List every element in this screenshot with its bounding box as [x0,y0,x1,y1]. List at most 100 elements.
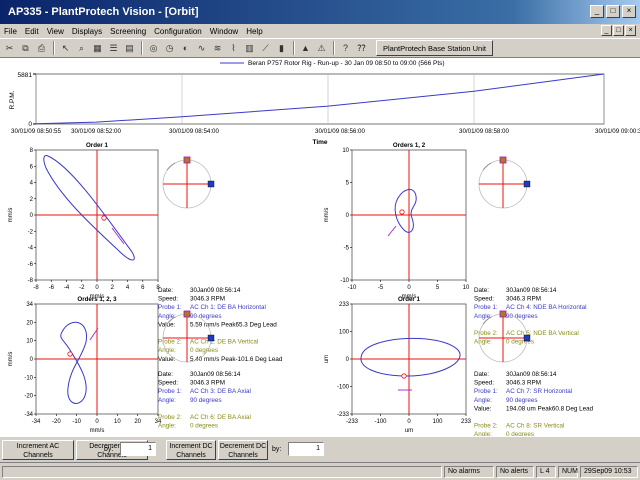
zoom-icon[interactable]: ⌕ [74,41,89,56]
pointer-icon[interactable]: ↖ [58,41,73,56]
dc-by-input[interactable]: 1 [288,442,324,456]
info-label: Angle: [474,339,492,346]
info-value: AC Ch 3: DE BA Axial [190,388,251,395]
orbit-ytick-label: -4 [28,246,34,252]
list-icon[interactable]: ☰ [106,41,121,56]
orbit-ytick-label: -10 [340,278,349,284]
orbit-xtick-label: -100 [374,419,387,425]
trend-xlabel: Time [312,139,327,146]
orbit-xtick-label: 0 [95,285,99,291]
trend-ylabel: R.P.M. [9,90,16,109]
info-value: 3046.3 RPM [506,296,541,303]
ac-by-label: by: [104,446,114,453]
orbit-ytick-label: 5 [346,181,350,187]
bar-chart-icon[interactable]: ▮ [274,41,289,56]
orbit-xtick-label: 0 [407,285,411,291]
increment-ac-button[interactable]: Increment AC Channels [2,440,74,460]
cut-icon[interactable]: ✂ [2,41,17,56]
orbit-display: 5881 0 R.P.M. Beran P757 Rotor Rig - Run-up… [0,58,640,447]
status-l: L 4 [536,466,556,478]
trend-ymax-label: 5881 [18,72,33,79]
menu-edit[interactable]: Edit [21,27,43,36]
trend-icon[interactable]: ⟋ [258,41,273,56]
orbit-plot-area: 5881 0 R.P.M. Beran P757 Rotor Rig - Run-up… [8,60,640,447]
waterfall-icon[interactable]: ≋ [210,41,225,56]
orbit-xtick-label: 10 [114,419,121,425]
info-label: Date: [158,287,173,294]
clock-icon[interactable]: ◷ [162,41,177,56]
probe2-marker [183,310,191,318]
info-value: 5.40 mm/s Peak-101.6 Deg Lead [190,356,283,363]
ac-by-input[interactable]: 1 [120,442,156,456]
menu-window[interactable]: Window [206,27,242,36]
window-title: AP335 - PlantProtech Vision - [Orbit] [8,6,199,18]
orbit-xtick-label: 0 [95,419,99,425]
close-button[interactable]: × [622,5,636,18]
orbit-ylabel: mm/s [324,208,330,223]
cascade-icon[interactable]: ▥ [242,41,257,56]
orbit-xtick-label: 2 [111,285,115,291]
trend-frame [35,73,605,125]
trend-ymin-label: 0 [28,121,32,128]
menu-screening[interactable]: Screening [106,27,150,36]
orbit-ytick-label: 0 [346,357,350,363]
orbit-ylabel: mm/s [8,208,14,223]
copy-icon[interactable]: ⧉ [18,41,33,56]
info-value: 90 degrees [506,397,538,404]
menu-view[interactable]: View [43,27,68,36]
menu-displays[interactable]: Displays [68,27,106,36]
info-value: 3046.3 RPM [506,380,541,387]
print-icon[interactable]: ⎙ [34,41,49,56]
menu-configuration[interactable]: Configuration [150,27,206,36]
status-datetime: 29Sep09 10:53 [580,466,638,478]
orbit-ytick-label: 2 [30,197,34,203]
probe2-marker [183,156,191,164]
orbit-ytick-label: 4 [30,181,34,187]
maximize-button[interactable]: □ [606,5,620,18]
info-label: Value: [474,405,492,412]
info-label: Angle: [474,313,492,320]
orbit-xtick-label: -10 [72,419,81,425]
spectrum-icon[interactable]: ∿ [194,41,209,56]
info-value: AC Ch 5: NDE BA Vertical [506,330,579,337]
orbit-xtick-label: -10 [348,285,357,291]
menu-file[interactable]: File [0,27,21,36]
status-num: NUM [558,466,578,478]
info-label: Speed: [158,380,178,387]
info-label: Probe 2: [474,330,498,337]
mdi-close-button[interactable]: × [625,25,636,36]
toolbar: ✂ ⧉ ⎙ ↖ ⌕ ▦ ☰ ▤ ◎ ◷ ◐ ∿ ≋ ⌇ ▥ ⟋ ▮ ▲ ⚠ ? … [0,38,640,58]
decrement-dc-button[interactable]: Decrement DC Channels [218,440,268,460]
info-value: 3046.3 RPM [190,296,225,303]
menu-help[interactable]: Help [242,27,266,36]
orbit-ytick-label: -2 [28,229,34,235]
probe1-marker [523,334,531,342]
info-value: 90 degrees [190,313,222,320]
trend-xtick-label: 30/01/09 08:56:00 [315,128,365,135]
info-label: Speed: [474,380,494,387]
context-help-icon[interactable]: ⁇ [354,41,369,56]
increment-dc-button[interactable]: Increment DC Channels [166,440,216,460]
orbit-ytick-label: 0 [30,213,34,219]
orbit-ytick-label: 20 [26,320,33,326]
chart-icon[interactable]: ▲ [298,41,313,56]
trend-xtick-label: 30/01/09 08:50:55 [11,128,61,135]
alarm-icon[interactable]: ⚠ [314,41,329,56]
info-value: AC Ch 2: DE BA Vertical [190,339,258,346]
minimize-button[interactable]: _ [590,5,604,18]
bode-icon[interactable]: ⌇ [226,41,241,56]
info-label: Date: [474,287,489,294]
mdi-minimize-button[interactable]: _ [601,25,612,36]
info-value: AC Ch 6: DE BA Axial [190,414,251,421]
table-icon[interactable]: ▦ [90,41,105,56]
help-icon[interactable]: ? [338,41,353,56]
orbit-xtick-label: 5 [436,285,440,291]
orbit-xtick-label: 20 [134,419,141,425]
info-value: 0 degrees [190,347,218,354]
orbit-ytick-label: -34 [24,412,33,418]
grid-icon[interactable]: ▤ [122,41,137,56]
base-station-button[interactable]: PlantProtech Base Station Unit [376,40,493,56]
polar-icon[interactable]: ◐ [178,41,193,56]
mdi-restore-button[interactable]: □ [613,25,624,36]
orbit-icon[interactable]: ◎ [146,41,161,56]
